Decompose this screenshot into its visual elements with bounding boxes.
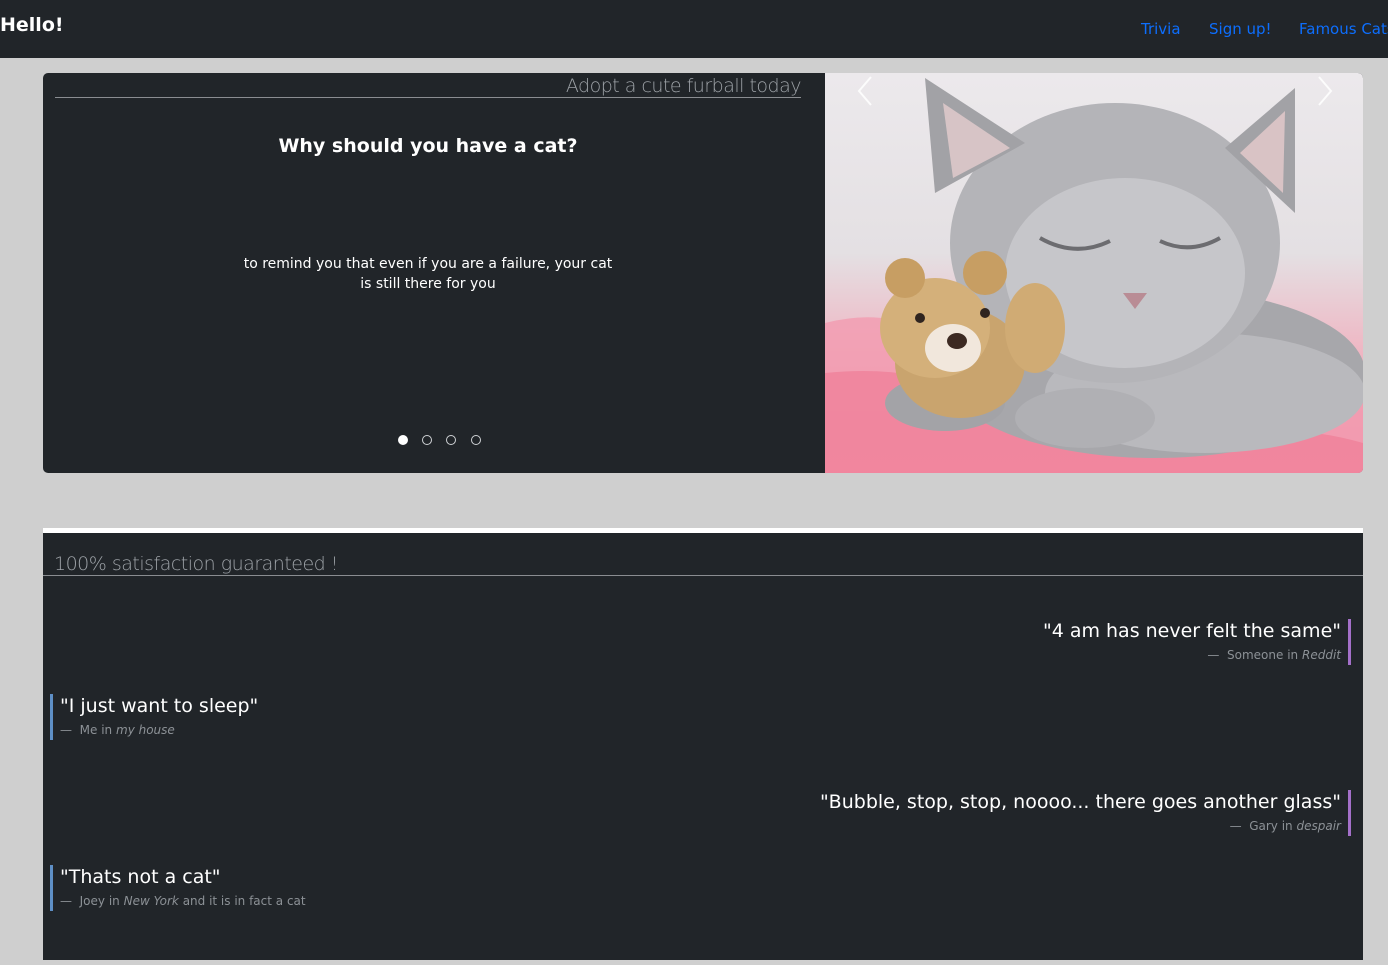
quote-text: "I just want to sleep" [60,695,259,717]
quote-text: "Thats not a cat" [60,866,221,888]
hero-card: Adopt a cute furball today Why should yo… [43,73,1363,473]
quote-text: "4 am has never felt the same" [1042,620,1341,642]
carousel-next-icon[interactable] [1309,73,1339,109]
quote-text: "Bubble, stop, stop, noooo... there goes… [819,791,1341,813]
carousel-indicator-2[interactable] [422,435,432,445]
testimonial-quote-4: "Thats not a cat" — Joey in New York and… [50,865,306,911]
kitten-illustration [825,78,1363,473]
nav-link-trivia[interactable]: Trivia [1141,20,1181,38]
carousel-indicator-4[interactable] [471,435,481,445]
navbar: Hello! Trivia Sign up! Famous Cats [0,0,1388,58]
brand-title[interactable]: Hello! [0,14,64,36]
testimonials-header-text: 100% satisfaction guaranteed ! [54,553,338,575]
testimonial-quote-2: "I just want to sleep" — Me in my house [50,694,258,740]
carousel-indicator-3[interactable] [446,435,456,445]
testimonial-quote-1: "4 am has never felt the same" — Someone… [1043,619,1351,665]
carousel-question: Why should you have a cat? [278,135,578,157]
quote-citation: — Someone in Reddit [1207,648,1341,662]
quote-citation: — Gary in despair [1229,819,1341,833]
cat-image [825,73,1363,473]
nav-link-sign-up[interactable]: Sign up! [1209,20,1272,38]
carousel-answer: to remind you that even if you are a fai… [243,256,613,292]
carousel-prev-icon[interactable] [851,73,881,109]
nav-link-famous-cats[interactable]: Famous Cats [1299,20,1388,38]
quote-citation: — Me in my house [60,723,175,737]
quote-citation: — Joey in New York and it is in fact a c… [60,894,306,908]
testimonial-quote-3: "Bubble, stop, stop, noooo... there goes… [820,790,1351,836]
testimonials-header: 100% satisfaction guaranteed ! [43,551,1363,576]
testimonials-section: 100% satisfaction guaranteed ! "4 am has… [43,533,1363,960]
carousel-indicator-1[interactable] [398,435,408,445]
hero-header: Adopt a cute furball today [55,73,802,98]
